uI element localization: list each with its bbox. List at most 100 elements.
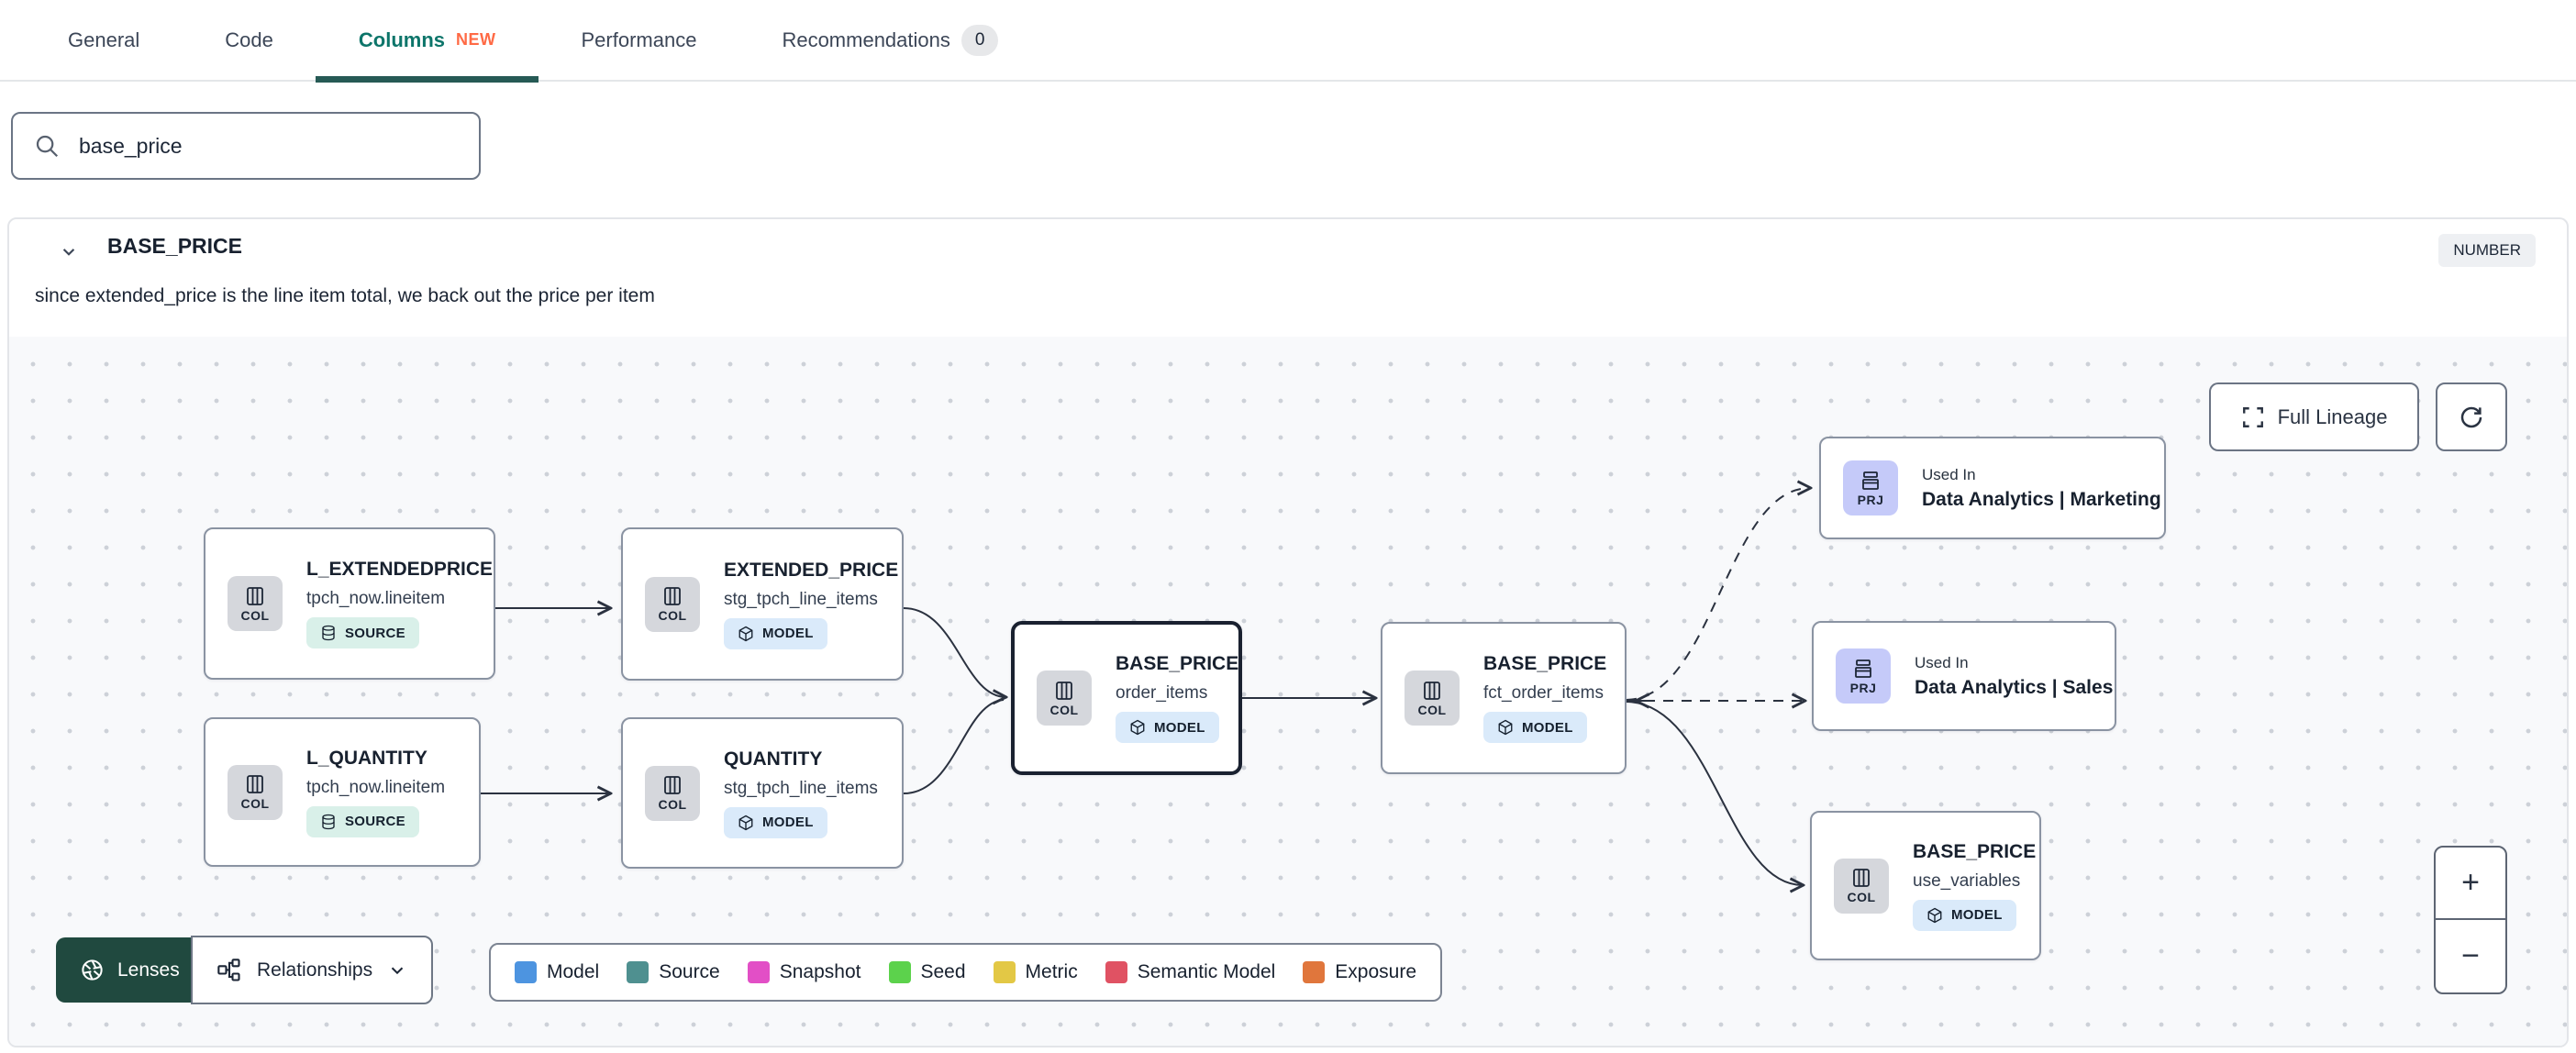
- node-subtitle: fct_order_items: [1483, 683, 1604, 703]
- column-icon: [247, 775, 263, 793]
- column-icon: [1424, 681, 1440, 700]
- node-subtitle: use_variables: [1913, 870, 2021, 891]
- lineage-node-quantity[interactable]: COL QUANTITY stg_tpch_line_items MODEL: [621, 717, 904, 869]
- legend-item-seed: Seed: [888, 961, 966, 983]
- node-subtitle: stg_tpch_line_items: [724, 589, 878, 609]
- cube-icon: [738, 815, 753, 830]
- column-header: BASE_PRICE NUMBER: [9, 219, 2567, 274]
- database-icon: [322, 814, 335, 829]
- project-icon: [1862, 471, 1879, 490]
- cube-icon: [1927, 907, 1942, 923]
- chevron-down-icon[interactable]: [57, 239, 81, 263]
- lineage-legend: Model Source Snapshot Seed Metric Semant…: [489, 943, 1443, 1002]
- legend-item-source: Source: [627, 961, 720, 983]
- tab-performance[interactable]: Performance: [582, 0, 697, 81]
- column-name: BASE_PRICE: [107, 234, 242, 258]
- cube-icon: [1498, 719, 1513, 736]
- tab-recommendations[interactable]: Recommendations 0: [782, 0, 999, 81]
- legend-swatch: [1303, 961, 1326, 983]
- cube-icon: [1130, 719, 1145, 736]
- aperture-icon: [82, 959, 103, 981]
- legend-swatch: [993, 961, 1016, 983]
- node-title: BASE_PRICE: [1913, 840, 2037, 862]
- relationships-dropdown[interactable]: Relationships: [191, 936, 434, 1004]
- node-title: EXTENDED_PRICE: [724, 559, 899, 581]
- source-badge: SOURCE: [306, 805, 419, 837]
- column-kind-box: COL: [228, 764, 283, 820]
- node-title: L_QUANTITY: [306, 747, 427, 769]
- lineage-node-extended-price[interactable]: COL EXTENDED_PRICE stg_tpch_line_items M…: [621, 527, 904, 681]
- legend-item-model: Model: [515, 961, 599, 983]
- search-icon: [33, 132, 61, 160]
- lenses-button[interactable]: Lenses: [56, 937, 204, 1003]
- model-badge: MODEL: [1116, 712, 1219, 743]
- column-lineage-page: General Code Columns NEW Performance Rec…: [0, 0, 2576, 1053]
- legend-item-snapshot: Snapshot: [747, 961, 861, 983]
- lineage-node-base-price-order-items[interactable]: COL BASE_PRICE order_items MODEL: [1011, 621, 1242, 775]
- project-kind-box: PRJ: [1836, 648, 1891, 704]
- full-lineage-button[interactable]: Full Lineage: [2209, 382, 2419, 451]
- lineage-node-used-in-marketing[interactable]: PRJ Used In Data Analytics | Marketing: [1819, 437, 2166, 539]
- column-kind-box: COL: [1037, 671, 1092, 726]
- legend-swatch: [515, 961, 537, 983]
- cube-icon: [738, 626, 753, 641]
- column-kind-box: COL: [1834, 858, 1889, 914]
- column-kind-box: COL: [645, 765, 700, 821]
- column-kind-box: COL: [645, 576, 700, 632]
- column-icon: [664, 587, 681, 605]
- used-in-label: Used In: [1915, 653, 1969, 671]
- expand-icon: [2242, 406, 2263, 427]
- lineage-node-l-extendedprice[interactable]: COL L_EXTENDEDPRICE tpch_now.lineitem SO…: [204, 527, 495, 680]
- lineage-graph-canvas[interactable]: COL L_EXTENDEDPRICE tpch_now.lineitem SO…: [9, 337, 2567, 1046]
- node-subtitle: order_items: [1116, 683, 1208, 703]
- tab-general[interactable]: General: [68, 0, 139, 81]
- column-kind-box: COL: [1405, 671, 1460, 726]
- node-subtitle: tpch_now.lineitem: [306, 777, 446, 797]
- database-icon: [322, 625, 335, 641]
- new-badge: NEW: [456, 30, 496, 49]
- search-input[interactable]: [79, 133, 459, 159]
- lineage-node-base-price-fct-order-items[interactable]: COL BASE_PRICE fct_order_items MODEL: [1381, 622, 1627, 774]
- column-description: since extended_price is the line item to…: [35, 285, 655, 306]
- zoom-out-button[interactable]: −: [2436, 920, 2505, 992]
- node-subtitle: tpch_now.lineitem: [306, 589, 446, 608]
- model-badge: MODEL: [724, 617, 827, 649]
- project-icon: [1855, 659, 1871, 678]
- tab-columns[interactable]: Columns NEW: [315, 0, 539, 83]
- column-search: [11, 112, 481, 180]
- node-title: BASE_PRICE: [1483, 653, 1607, 674]
- lineage-node-l-quantity[interactable]: COL L_QUANTITY tpch_now.lineitem SOURCE: [204, 717, 481, 867]
- legend-swatch: [627, 961, 650, 983]
- node-subtitle: stg_tpch_line_items: [724, 778, 878, 798]
- column-type-badge: NUMBER: [2438, 234, 2536, 267]
- column-panel: BASE_PRICE NUMBER since extended_price i…: [7, 217, 2569, 1047]
- legend-item-exposure: Exposure: [1303, 961, 1416, 983]
- model-badge: MODEL: [724, 806, 827, 838]
- node-title: QUANTITY: [724, 748, 823, 770]
- node-title: L_EXTENDEDPRICE: [306, 559, 494, 580]
- refresh-button[interactable]: [2436, 382, 2507, 451]
- column-icon: [1853, 869, 1870, 887]
- node-title: BASE_PRICE: [1116, 653, 1239, 674]
- node-title: Data Analytics | Sales: [1915, 676, 2114, 698]
- legend-swatch: [888, 961, 911, 983]
- zoom-controls: + −: [2434, 846, 2507, 994]
- legend-item-semantic-model: Semantic Model: [1105, 961, 1275, 983]
- source-badge: SOURCE: [306, 617, 419, 648]
- zoom-in-button[interactable]: +: [2436, 848, 2505, 920]
- recommendations-count-badge: 0: [960, 24, 999, 56]
- tab-bar: General Code Columns NEW Performance Rec…: [0, 0, 2576, 83]
- lineage-node-base-price-use-variables[interactable]: COL BASE_PRICE use_variables MODEL: [1810, 811, 2041, 960]
- chevron-down-icon: [391, 967, 404, 974]
- model-badge: MODEL: [1483, 712, 1587, 743]
- tab-code[interactable]: Code: [225, 0, 273, 81]
- column-kind-box: COL: [228, 576, 283, 631]
- column-icon: [247, 586, 263, 605]
- legend-swatch: [747, 961, 770, 983]
- column-icon: [664, 776, 681, 794]
- relationships-icon: [217, 958, 240, 981]
- model-badge: MODEL: [1913, 899, 2016, 931]
- used-in-label: Used In: [1922, 465, 1976, 483]
- legend-swatch: [1105, 961, 1127, 983]
- lineage-node-used-in-sales[interactable]: PRJ Used In Data Analytics | Sales: [1812, 621, 2116, 731]
